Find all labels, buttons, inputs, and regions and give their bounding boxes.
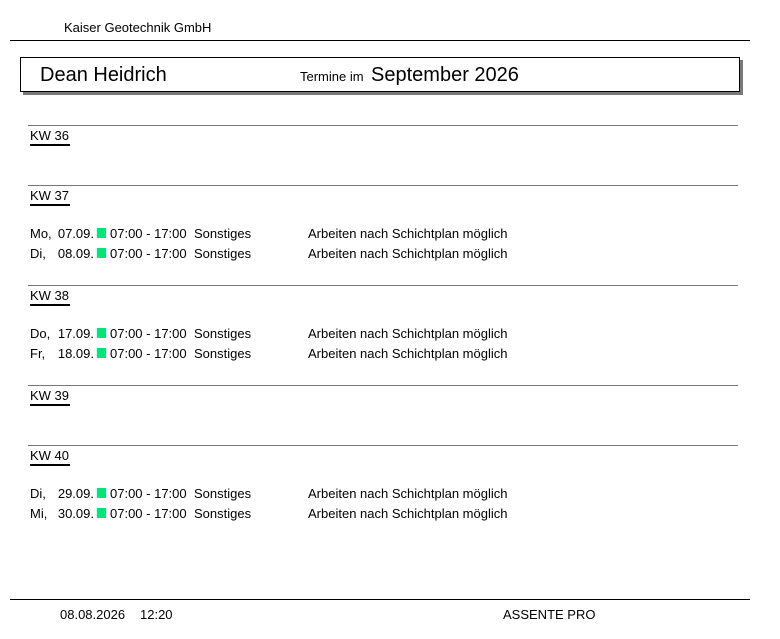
appointment-type: Sonstiges — [194, 246, 252, 261]
appointment-type: Sonstiges — [194, 486, 252, 501]
week-divider — [28, 125, 738, 126]
appointment-type: Sonstiges — [194, 226, 252, 241]
bottom-divider — [10, 599, 750, 600]
report-period: Termine im September 2026 — [300, 64, 519, 87]
week-divider — [28, 285, 738, 286]
footer-print-date: 08.08.2026 — [60, 607, 126, 622]
appointment-time: 07:00 - 17:00 — [110, 246, 187, 261]
category-color-marker — [97, 348, 106, 358]
week-section: KW 36 — [28, 125, 738, 175]
appointment-note: Arbeiten nach Schichtplan möglich — [308, 486, 508, 501]
weekday: Fr, — [30, 346, 46, 361]
week-divider — [28, 385, 738, 386]
appointment-note: Arbeiten nach Schichtplan möglich — [308, 326, 508, 341]
appointment-type: Sonstiges — [194, 346, 252, 361]
appointment-date: 17.09. — [57, 326, 94, 341]
week-section: KW 37 Mo, 07.09. 07:00 - 17:00 Sonstiges… — [28, 185, 738, 275]
week-label: KW 36 — [30, 128, 70, 146]
weekday: Mi, — [30, 506, 48, 521]
appointment-time: 07:00 - 17:00 — [110, 506, 187, 521]
employee-name: Dean Heidrich — [40, 64, 167, 86]
week-divider — [28, 445, 738, 446]
week-label: KW 37 — [30, 188, 70, 206]
week-label: KW 38 — [30, 288, 70, 306]
category-color-marker — [97, 508, 106, 518]
appointment-time: 07:00 - 17:00 — [110, 326, 187, 341]
appointment-type: Sonstiges — [194, 326, 252, 341]
category-color-marker — [97, 248, 106, 258]
category-color-marker — [97, 488, 106, 498]
appointment-time: 07:00 - 17:00 — [110, 346, 187, 361]
appointment-time: 07:00 - 17:00 — [110, 486, 187, 501]
top-divider — [10, 40, 750, 41]
weekday: Do, — [30, 326, 51, 341]
footer-app-name: ASSENTE PRO — [503, 607, 596, 622]
week-label: KW 39 — [30, 388, 70, 406]
appointment-time: 07:00 - 17:00 — [110, 226, 187, 241]
appointment-note: Arbeiten nach Schichtplan möglich — [308, 506, 508, 521]
week-label: KW 40 — [30, 448, 70, 466]
appointment-type: Sonstiges — [194, 506, 252, 521]
appointment-date: 07.09. — [57, 226, 94, 241]
weekday: Di, — [30, 246, 46, 261]
footer-print-time: 12:20 — [140, 607, 173, 622]
weekday: Mo, — [30, 226, 52, 241]
company-name: Kaiser Geotechnik GmbH — [64, 20, 212, 35]
week-divider — [28, 185, 738, 186]
appointment-date: 18.09. — [57, 346, 94, 361]
week-section: KW 39 — [28, 385, 738, 435]
weekday: Di, — [30, 486, 46, 501]
appointment-note: Arbeiten nach Schichtplan möglich — [308, 346, 508, 361]
appointment-note: Arbeiten nach Schichtplan möglich — [308, 246, 508, 261]
week-section: KW 40 Di, 29.09. 07:00 - 17:00 Sonstiges… — [28, 445, 738, 535]
appointment-date: 30.09. — [57, 506, 94, 521]
appointment-date: 29.09. — [57, 486, 94, 501]
category-color-marker — [97, 228, 106, 238]
period-prefix: Termine im — [300, 69, 364, 84]
appointment-date: 08.09. — [57, 246, 94, 261]
week-section: KW 38 Do, 17.09. 07:00 - 17:00 Sonstiges… — [28, 285, 738, 375]
period-month: September 2026 — [371, 64, 519, 86]
report-header: Dean Heidrich Termine im September 2026 — [20, 57, 740, 92]
appointment-note: Arbeiten nach Schichtplan möglich — [308, 226, 508, 241]
category-color-marker — [97, 328, 106, 338]
